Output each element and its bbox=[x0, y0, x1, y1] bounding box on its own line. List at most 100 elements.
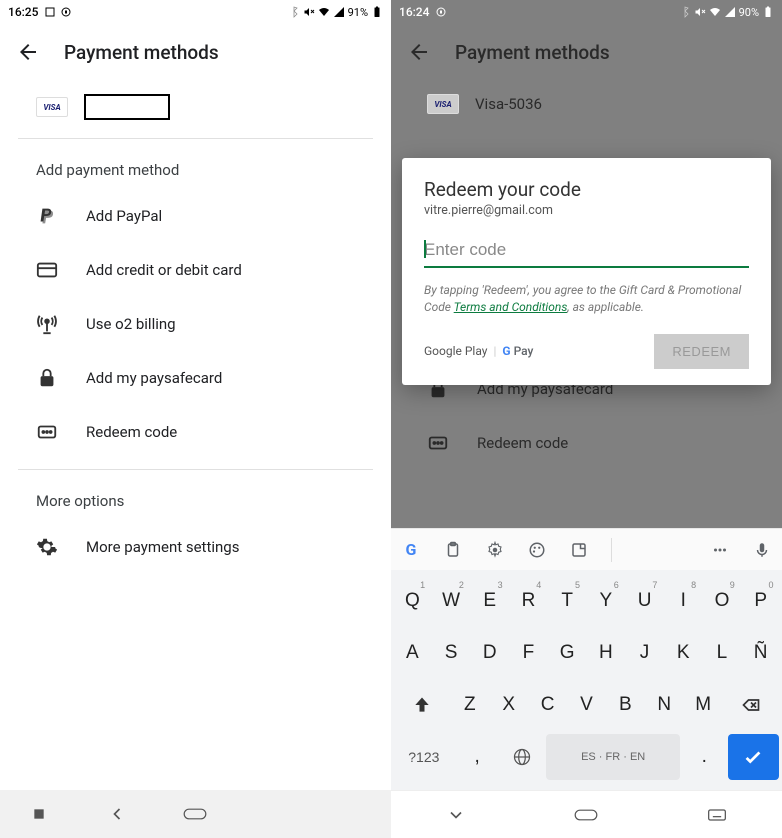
key-p[interactable]: P0 bbox=[743, 578, 779, 624]
signal-icon bbox=[724, 6, 736, 18]
key-m[interactable]: M bbox=[685, 682, 721, 728]
key-ñ[interactable]: Ñ bbox=[743, 630, 779, 676]
screen-redeem-dialog: 16:24 90% Payment methods VISA Visa-5036 bbox=[391, 0, 782, 838]
section-add-payment: Add payment method bbox=[0, 139, 391, 189]
keyboard-row-4: ?123 , ES · FR · EN . bbox=[393, 732, 780, 782]
key-y[interactable]: Y6 bbox=[588, 578, 624, 624]
period-key[interactable]: . bbox=[683, 734, 725, 780]
key-b[interactable]: B bbox=[607, 682, 643, 728]
key-q[interactable]: Q1 bbox=[394, 578, 430, 624]
key-u[interactable]: U7 bbox=[627, 578, 663, 624]
key-h[interactable]: H bbox=[588, 630, 624, 676]
key-r[interactable]: R4 bbox=[511, 578, 547, 624]
nav-keyboard[interactable] bbox=[705, 803, 729, 827]
status-left-icons bbox=[435, 6, 447, 18]
key-g[interactable]: G bbox=[549, 630, 585, 676]
item-redeem-code[interactable]: Redeem code bbox=[391, 416, 782, 470]
item-more-settings[interactable]: More payment settings bbox=[0, 520, 391, 574]
redeem-dialog: Redeem your code vitre.pierre@gmail.com … bbox=[402, 158, 771, 385]
key-v[interactable]: V bbox=[569, 682, 605, 728]
lock-rotation-icon bbox=[435, 6, 447, 18]
item-label: Add my paysafecard bbox=[86, 369, 222, 387]
dialog-email: vitre.pierre@gmail.com bbox=[424, 203, 749, 218]
keyboard-toolbar: G bbox=[391, 528, 782, 570]
page-title: Payment methods bbox=[64, 41, 219, 64]
google-icon[interactable]: G bbox=[401, 540, 421, 560]
space-key[interactable]: ES · FR · EN bbox=[546, 734, 680, 780]
nav-home[interactable] bbox=[574, 803, 598, 827]
clipboard-icon[interactable] bbox=[443, 540, 463, 560]
item-paysafecard[interactable]: Add my paysafecard bbox=[0, 351, 391, 405]
key-d[interactable]: D bbox=[472, 630, 508, 676]
key-f[interactable]: F bbox=[511, 630, 547, 676]
keyboard-row-3: ZXCVBNM bbox=[393, 680, 780, 730]
dialog-terms: By tapping 'Redeem', you agree to the Gi… bbox=[424, 282, 749, 316]
google-play-logo: Google Play bbox=[424, 344, 487, 358]
key-t[interactable]: T5 bbox=[549, 578, 585, 624]
key-n[interactable]: N bbox=[646, 682, 682, 728]
back-arrow-icon[interactable] bbox=[407, 40, 431, 64]
shift-key[interactable] bbox=[395, 682, 449, 728]
nav-down[interactable] bbox=[444, 803, 468, 827]
backspace-key[interactable] bbox=[724, 682, 778, 728]
back-arrow-icon[interactable] bbox=[16, 40, 40, 64]
nav-recents[interactable] bbox=[27, 802, 51, 826]
section-more-options: More options bbox=[0, 470, 391, 520]
mic-icon[interactable] bbox=[752, 540, 772, 560]
payment-card-row[interactable]: VISA Visa-5036 bbox=[391, 80, 782, 132]
comma-key[interactable]: , bbox=[456, 734, 498, 780]
bluetooth-icon bbox=[679, 6, 691, 18]
key-l[interactable]: L bbox=[704, 630, 740, 676]
wifi-icon bbox=[709, 6, 721, 18]
mute-icon bbox=[303, 6, 315, 18]
key-k[interactable]: K bbox=[665, 630, 701, 676]
terms-link[interactable]: Terms and Conditions bbox=[454, 300, 568, 314]
enter-key[interactable] bbox=[728, 734, 778, 780]
item-add-paypal[interactable]: Add PayPal bbox=[0, 189, 391, 243]
bluetooth-icon bbox=[288, 6, 300, 18]
redeem-button[interactable]: REDEEM bbox=[654, 334, 749, 369]
paypal-icon bbox=[36, 205, 58, 227]
code-icon bbox=[36, 421, 58, 443]
nav-bar bbox=[0, 790, 391, 838]
more-icon[interactable] bbox=[710, 540, 730, 560]
keyboard-row-2: ASDFGHJKLÑ bbox=[393, 628, 780, 678]
key-c[interactable]: C bbox=[530, 682, 566, 728]
item-redeem-code[interactable]: Redeem code bbox=[0, 405, 391, 459]
item-o2-billing[interactable]: Use o2 billing bbox=[0, 297, 391, 351]
nav-home[interactable] bbox=[183, 802, 207, 826]
key-w[interactable]: W2 bbox=[433, 578, 469, 624]
keyboard: G Q1W2E3R4T5Y6U7I8O9P0 ASDFGHJKLÑ ZXCVBN… bbox=[391, 528, 782, 790]
nav-back[interactable] bbox=[105, 802, 129, 826]
key-z[interactable]: Z bbox=[452, 682, 488, 728]
mute-icon bbox=[694, 6, 706, 18]
code-input[interactable] bbox=[424, 236, 749, 268]
payment-card-row[interactable]: VISA bbox=[0, 80, 391, 138]
dialog-title: Redeem your code bbox=[424, 178, 749, 201]
card-label: Visa-5036 bbox=[475, 95, 542, 113]
palette-icon[interactable] bbox=[527, 540, 547, 560]
visa-badge: VISA bbox=[36, 97, 68, 117]
status-right-icons: 90% bbox=[679, 6, 774, 19]
input-cursor bbox=[424, 240, 426, 258]
symbols-key[interactable]: ?123 bbox=[395, 734, 454, 780]
key-s[interactable]: S bbox=[433, 630, 469, 676]
keyboard-row-1: Q1W2E3R4T5Y6U7I8O9P0 bbox=[393, 576, 780, 626]
key-e[interactable]: E3 bbox=[472, 578, 508, 624]
globe-key[interactable] bbox=[501, 734, 543, 780]
key-a[interactable]: A bbox=[394, 630, 430, 676]
key-o[interactable]: O9 bbox=[704, 578, 740, 624]
key-j[interactable]: J bbox=[627, 630, 663, 676]
lock-rotation-icon bbox=[60, 6, 72, 18]
item-label: Redeem code bbox=[477, 434, 568, 452]
screen-payment-methods: 16:25 91% Payment methods VISA Add payme… bbox=[0, 0, 391, 838]
status-time: 16:24 bbox=[399, 5, 429, 19]
item-add-card[interactable]: Add credit or debit card bbox=[0, 243, 391, 297]
item-label: Add credit or debit card bbox=[86, 261, 242, 279]
settings-icon[interactable] bbox=[485, 540, 505, 560]
status-left-icons bbox=[44, 6, 72, 18]
item-label: More payment settings bbox=[86, 538, 239, 556]
key-x[interactable]: X bbox=[491, 682, 527, 728]
key-i[interactable]: I8 bbox=[665, 578, 701, 624]
sticker-icon[interactable] bbox=[569, 540, 589, 560]
